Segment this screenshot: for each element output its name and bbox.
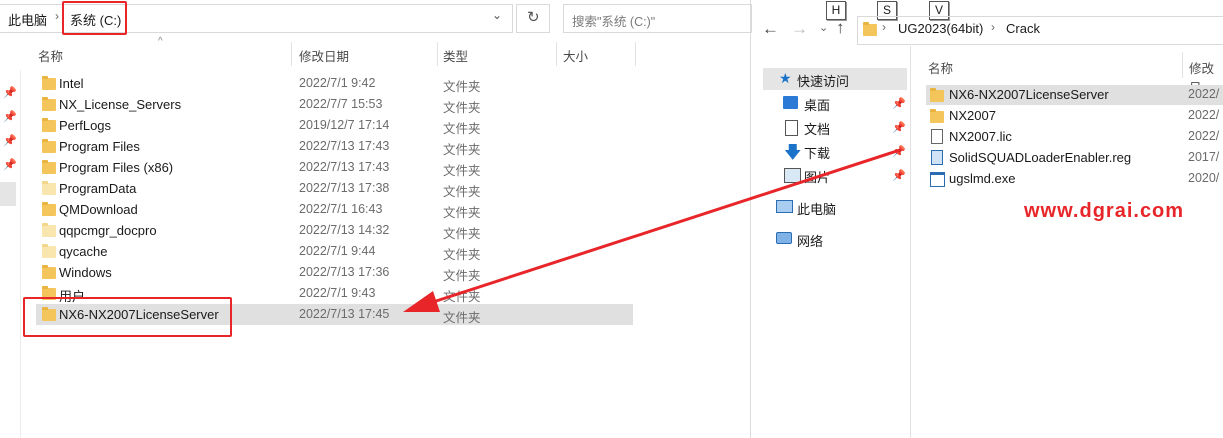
annotation-arrow — [403, 148, 901, 312]
annotation-arrow-line — [429, 148, 901, 305]
annotation-arrowhead — [403, 291, 440, 312]
